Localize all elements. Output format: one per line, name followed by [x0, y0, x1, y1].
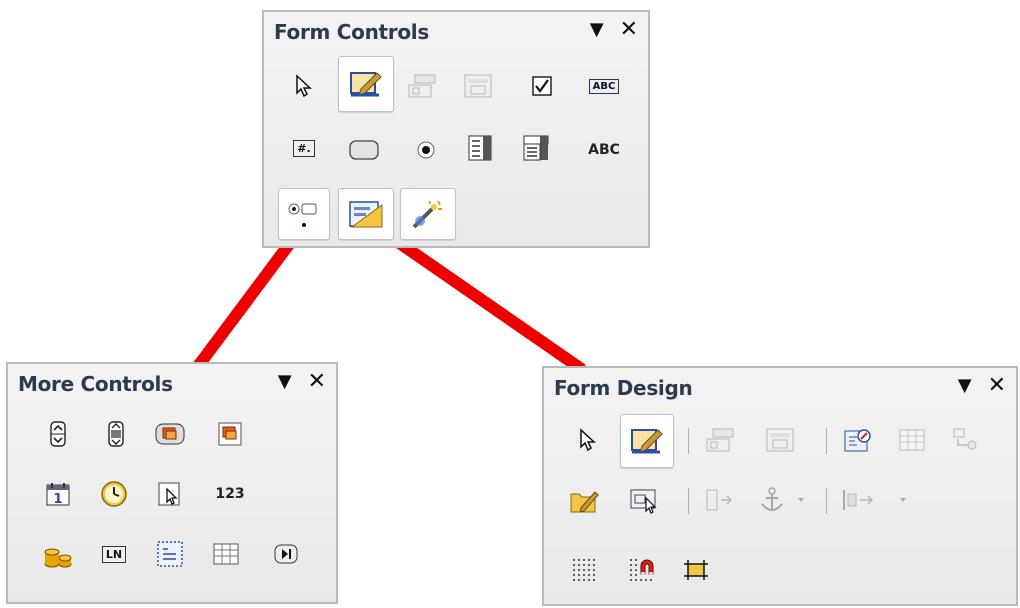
- dropdown-arrow-icon[interactable]: ▼: [278, 370, 292, 394]
- add-field-icon[interactable]: [948, 424, 980, 456]
- form-design-icon[interactable]: [338, 188, 394, 240]
- more-controls-toolbar: More Controls ▼ ✕ 1 123 LN: [6, 362, 338, 604]
- helplines-while-moving-icon[interactable]: [680, 554, 712, 586]
- dropdown-arrow-icon[interactable]: ▼: [958, 374, 972, 398]
- snap-to-grid-icon[interactable]: [626, 554, 658, 586]
- separator: [826, 488, 827, 514]
- open-in-design-mode-icon[interactable]: [568, 484, 600, 516]
- check-box-icon[interactable]: [526, 70, 558, 102]
- option-button-icon[interactable]: [410, 134, 442, 166]
- display-grid-icon[interactable]: [568, 554, 600, 586]
- automatic-control-focus-icon[interactable]: [628, 484, 660, 516]
- design-mode-icon[interactable]: [338, 56, 394, 112]
- text-box-label: ABC: [588, 78, 620, 94]
- spin-button-icon[interactable]: [42, 418, 74, 450]
- anchor-icon[interactable]: [756, 484, 816, 516]
- date-field-icon[interactable]: 1: [42, 478, 74, 510]
- form-controls-title: Form Controls: [274, 20, 429, 44]
- currency-field-icon[interactable]: [42, 538, 74, 570]
- combo-box-icon[interactable]: [520, 132, 552, 164]
- more-controls-title: More Controls: [18, 372, 173, 396]
- list-box-icon[interactable]: [464, 132, 496, 164]
- label-field-icon[interactable]: ABC: [582, 134, 626, 166]
- separator: [688, 428, 689, 454]
- form-properties-icon[interactable]: [764, 424, 796, 456]
- close-icon[interactable]: ✕: [988, 374, 1006, 398]
- dropdown-arrow-icon[interactable]: ▼: [590, 18, 604, 42]
- push-button-icon[interactable]: [348, 134, 380, 166]
- more-controls-icon[interactable]: [278, 188, 330, 240]
- position-and-size-icon[interactable]: [702, 484, 734, 516]
- wizards-icon[interactable]: [400, 188, 456, 240]
- close-icon[interactable]: ✕: [308, 370, 326, 394]
- separator: [826, 428, 827, 454]
- select-icon[interactable]: [572, 424, 604, 456]
- connector-form-design: [379, 227, 586, 374]
- design-mode-icon[interactable]: [620, 414, 674, 468]
- table-control-icon[interactable]: [210, 538, 242, 570]
- formatted-field-label: #.: [293, 139, 315, 157]
- form-controls-toolbar: Form Controls ▼ ✕ ABC #. ABC: [262, 10, 650, 248]
- file-selection-icon[interactable]: [154, 478, 186, 510]
- form-properties-icon[interactable]: [462, 70, 494, 102]
- form-design-toolbar: Form Design ▼ ✕: [542, 366, 1018, 606]
- pattern-field-icon[interactable]: LN: [96, 538, 132, 570]
- pattern-field-label: LN: [101, 545, 127, 563]
- date-field-label: 1: [53, 492, 62, 507]
- time-field-icon[interactable]: [98, 478, 130, 510]
- activation-order-icon[interactable]: [896, 424, 928, 456]
- numerical-field-label: 123: [215, 486, 245, 502]
- image-button-icon[interactable]: [154, 418, 186, 450]
- close-icon[interactable]: ✕: [620, 18, 638, 42]
- control-properties-icon[interactable]: [704, 424, 736, 456]
- numerical-field-icon[interactable]: 123: [208, 478, 252, 510]
- separator: [688, 488, 689, 514]
- group-box-icon[interactable]: [154, 538, 186, 570]
- scrollbar-icon[interactable]: [100, 418, 132, 450]
- navigation-bar-icon[interactable]: [270, 538, 302, 570]
- select-icon[interactable]: [288, 70, 320, 102]
- control-properties-icon[interactable]: [406, 70, 438, 102]
- form-design-title: Form Design: [554, 376, 693, 400]
- formatted-field-icon[interactable]: #.: [286, 132, 322, 164]
- text-box-icon[interactable]: ABC: [582, 70, 626, 102]
- label-field-label: ABC: [588, 142, 620, 158]
- form-navigator-icon[interactable]: [842, 424, 874, 456]
- alignment-icon[interactable]: [838, 484, 918, 516]
- image-control-icon[interactable]: [214, 418, 246, 450]
